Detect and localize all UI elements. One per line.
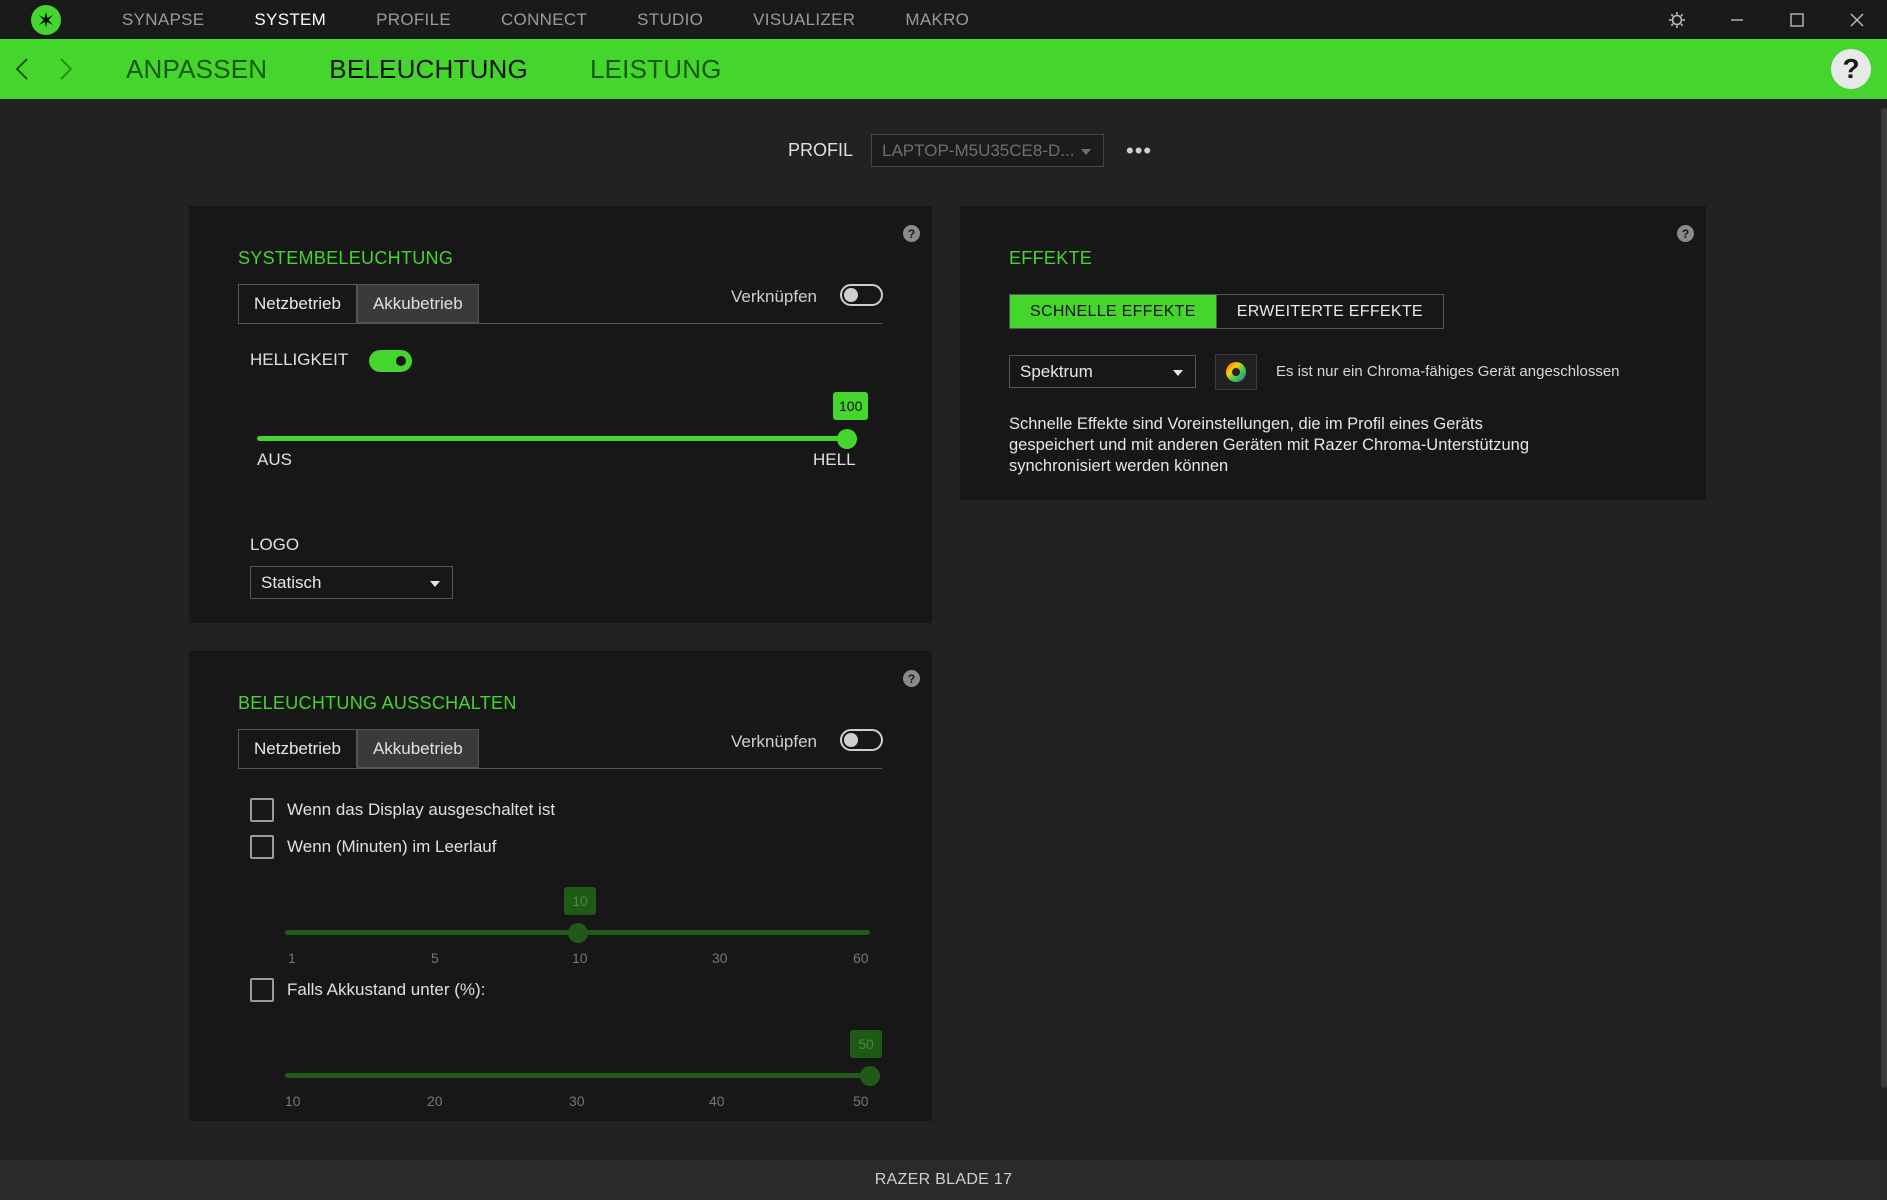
top-nav-connect[interactable]: CONNECT	[501, 10, 587, 30]
tab-leistung[interactable]: LEISTUNG	[590, 54, 722, 85]
sub-nav-bar: ANPASSEN BELEUCHTUNG LEISTUNG ?	[0, 39, 1887, 99]
toggle-knob	[844, 733, 858, 747]
razer-logo-icon[interactable]	[31, 4, 61, 35]
idle-label: Wenn (Minuten) im Leerlauf	[287, 837, 497, 856]
logo-effect-dropdown[interactable]: Statisch	[250, 566, 453, 599]
advanced-effects-button[interactable]: ERWEITERTE EFFEKTE	[1215, 295, 1443, 328]
idle-tick: 60	[853, 950, 869, 966]
system-lighting-panel: ? SYSTEMBELEUCHTUNG Netzbetrieb Akkubetr…	[189, 206, 932, 623]
top-nav-synapse[interactable]: SYNAPSE	[122, 10, 204, 30]
battery-value-badge: 50	[850, 1030, 882, 1058]
top-nav-visualizer[interactable]: VISUALIZER	[753, 10, 855, 30]
profile-label: PROFIL	[788, 140, 854, 160]
lighting-off-panel: ? BELEUCHTUNG AUSSCHALTEN Netzbetrieb Ak…	[189, 651, 932, 1121]
toggle-knob	[394, 354, 408, 368]
brightness-toggle[interactable]	[369, 350, 412, 372]
color-wheel-icon	[1226, 362, 1246, 382]
battery-tick: 40	[709, 1093, 725, 1109]
top-nav-profile[interactable]: PROFILE	[376, 10, 451, 30]
idle-tick: 30	[712, 950, 728, 966]
battery-checkbox[interactable]	[250, 978, 274, 1002]
help-icon[interactable]: ?	[903, 225, 920, 242]
top-nav-makro[interactable]: MAKRO	[905, 10, 969, 30]
help-icon[interactable]: ?	[1831, 49, 1871, 89]
forward-arrow-icon[interactable]	[44, 39, 88, 99]
battery-slider-thumb[interactable]	[860, 1066, 880, 1086]
logo-label: LOGO	[250, 535, 300, 554]
battery-tick: 20	[427, 1093, 443, 1109]
idle-value-badge: 10	[564, 887, 596, 915]
battery-tick: 10	[285, 1093, 301, 1109]
link-toggle[interactable]	[840, 284, 883, 306]
battery-slider-track[interactable]	[285, 1073, 870, 1078]
minimize-icon[interactable]	[1707, 0, 1767, 39]
effects-mode-switch: SCHNELLE EFFEKTE ERWEITERTE EFFEKTE	[1009, 294, 1444, 329]
sub-tabs: ANPASSEN BELEUCHTUNG LEISTUNG	[126, 54, 784, 85]
maximize-icon[interactable]	[1767, 0, 1827, 39]
display-off-checkbox[interactable]	[250, 798, 274, 822]
tab-netzbetrieb[interactable]: Netzbetrieb	[238, 729, 357, 768]
profile-dropdown[interactable]: LAPTOP-M5U35CE8-D...	[871, 134, 1105, 167]
effects-description: Schnelle Effekte sind Voreinstellungen, …	[1009, 415, 1529, 475]
idle-tick: 10	[572, 950, 588, 966]
brightness-max-label: HELL	[813, 450, 856, 469]
more-options-icon[interactable]: •••	[1126, 138, 1152, 164]
title-bar: SYNAPSE SYSTEM PROFILE CONNECT STUDIO VI…	[0, 0, 1887, 39]
tab-beleuchtung[interactable]: BELEUCHTUNG	[329, 54, 528, 85]
chevron-down-icon	[1081, 149, 1092, 155]
link-label: Verknüpfen	[731, 732, 818, 751]
chevron-down-icon	[430, 581, 440, 587]
tab-anpassen[interactable]: ANPASSEN	[126, 54, 267, 85]
back-arrow-icon[interactable]	[0, 39, 44, 99]
idle-slider-thumb[interactable]	[567, 923, 588, 943]
system-lighting-title: SYSTEMBELEUCHTUNG	[238, 248, 454, 268]
quick-effects-button[interactable]: SCHNELLE EFFEKTE	[1010, 295, 1216, 328]
link-toggle[interactable]	[840, 729, 883, 751]
toggle-knob	[844, 288, 858, 302]
window-controls	[1647, 0, 1887, 39]
device-name: RAZER BLADE 17	[874, 1171, 1013, 1188]
link-label: Verknüpfen	[731, 287, 818, 306]
tab-akkubetrieb[interactable]: Akkubetrieb	[356, 729, 479, 768]
display-off-label: Wenn das Display ausgeschaltet ist	[287, 800, 556, 819]
scrollbar[interactable]	[1881, 108, 1887, 1088]
battery-tick: 30	[569, 1093, 585, 1109]
logo-effect-value: Statisch	[261, 572, 322, 592]
chevron-down-icon	[1173, 370, 1183, 376]
settings-gear-icon[interactable]	[1647, 0, 1707, 39]
idle-tick: 1	[288, 950, 296, 966]
brightness-slider-thumb[interactable]	[837, 429, 857, 449]
help-icon[interactable]: ?	[1677, 225, 1694, 242]
brightness-slider-track[interactable]	[257, 436, 847, 441]
idle-tick: 5	[431, 950, 439, 966]
top-nav-system[interactable]: SYSTEM	[254, 10, 326, 30]
lighting-off-title: BELEUCHTUNG AUSSCHALTEN	[238, 693, 517, 713]
chroma-device-info: Es ist nur ein Chroma-fähiges Gerät ange…	[1276, 363, 1620, 380]
effect-dropdown-value: Spektrum	[1020, 361, 1093, 381]
profile-row: PROFIL LAPTOP-M5U35CE8-D... •••	[788, 134, 1152, 167]
tab-netzbetrieb[interactable]: Netzbetrieb	[238, 284, 357, 323]
chroma-color-wheel-button[interactable]	[1215, 354, 1257, 390]
profile-dropdown-value: LAPTOP-M5U35CE8-D...	[882, 140, 1075, 160]
effect-dropdown[interactable]: Spektrum	[1009, 355, 1196, 388]
top-nav: SYNAPSE SYSTEM PROFILE CONNECT STUDIO VI…	[97, 0, 994, 39]
idle-checkbox[interactable]	[250, 835, 274, 859]
brightness-min-label: AUS	[257, 450, 292, 469]
help-icon[interactable]: ?	[903, 670, 920, 687]
close-icon[interactable]	[1827, 0, 1887, 39]
top-nav-studio[interactable]: STUDIO	[637, 10, 703, 30]
brightness-value-badge: 100	[833, 392, 869, 420]
battery-tick: 50	[853, 1093, 869, 1109]
brightness-label: HELLIGKEIT	[250, 350, 349, 369]
battery-label: Falls Akkustand unter (%):	[287, 980, 486, 999]
tab-akkubetrieb[interactable]: Akkubetrieb	[356, 284, 479, 323]
effects-panel: ? EFFEKTE SCHNELLE EFFEKTE ERWEITERTE EF…	[960, 206, 1706, 500]
device-footer: RAZER BLADE 17	[0, 1160, 1887, 1200]
effects-title: EFFEKTE	[1009, 248, 1093, 268]
